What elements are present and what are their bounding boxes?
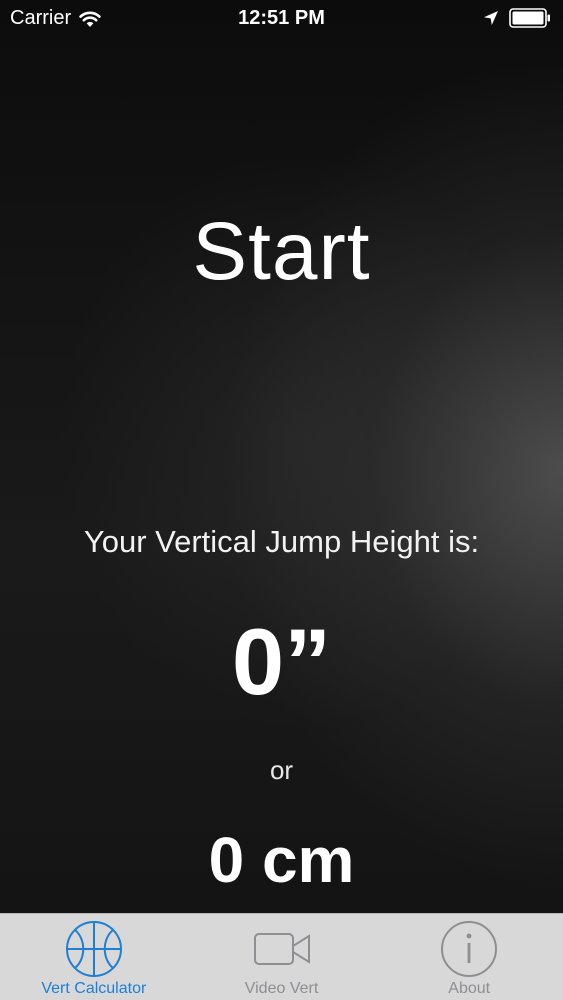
jump-height-cm: 0 cm (208, 824, 355, 896)
or-separator: or (269, 755, 294, 785)
tab-label: About (448, 980, 491, 997)
start-button[interactable]: Start (0, 205, 563, 299)
tab-vert-calculator[interactable]: Vert Calculator (0, 914, 188, 1000)
tab-label: Vert Calculator (41, 980, 147, 997)
jump-height-inches: 0” (231, 609, 332, 714)
status-time: 12:51 PM (238, 7, 325, 29)
jump-height-label: Your Vertical Jump Height is: (83, 524, 480, 559)
tab-about[interactable]: About (375, 914, 563, 1000)
tab-bar: Vert Calculator Video Vert About (0, 913, 563, 1000)
app-screen: Carrier 12:51 PM Start Your Vertical Jum… (0, 0, 563, 1000)
info-icon (441, 921, 498, 977)
location-arrow-icon (484, 11, 498, 25)
battery-icon (509, 8, 550, 28)
status-right (483, 8, 551, 28)
video-camera-icon (253, 933, 310, 965)
tab-video-vert[interactable]: Video Vert (188, 914, 376, 1000)
basketball-icon (65, 921, 122, 977)
tab-label: Video Vert (244, 980, 319, 997)
status-bar: Carrier 12:51 PM (0, 0, 563, 38)
